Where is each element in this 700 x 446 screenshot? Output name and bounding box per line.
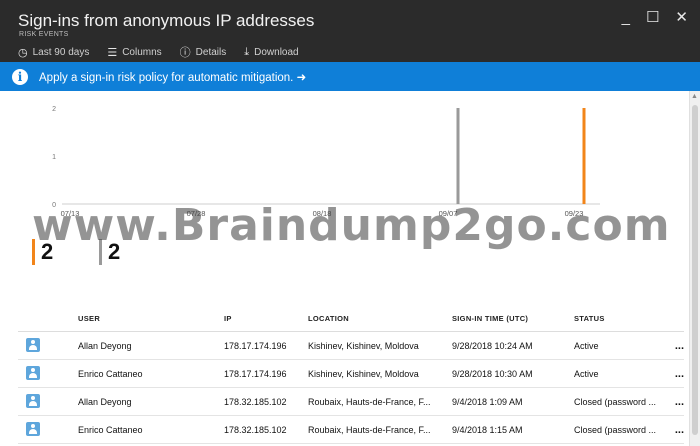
download-icon: ⤓ — [244, 45, 250, 58]
columns-icon: ☰ — [107, 46, 118, 59]
row-icon-cell — [18, 337, 62, 354]
column-header-status[interactable]: STATUS — [564, 314, 664, 323]
column-header-user[interactable]: USER — [62, 314, 172, 323]
maximize-icon[interactable]: ☐ — [646, 10, 659, 26]
cell-time: 9/4/2018 1:15 AM — [452, 424, 523, 435]
cell-user: Enrico Cattaneo — [78, 424, 143, 435]
more-options-icon[interactable]: ... — [664, 396, 684, 408]
banner-text[interactable]: Apply a sign-in risk policy for automati… — [39, 70, 306, 84]
y-tick-label: 2 — [52, 106, 56, 113]
watermark: www.Braindump2go.com — [32, 200, 671, 251]
cell-ip: 178.32.185.102 — [224, 396, 287, 407]
table-row[interactable]: Enrico Cattaneo 178.32.185.102 Roubaix, … — [18, 416, 684, 444]
more-options-icon[interactable]: ... — [664, 368, 684, 380]
column-header-ip[interactable]: IP — [172, 314, 302, 323]
cell-status: Closed (password ... — [574, 424, 657, 435]
minimize-icon[interactable]: _ — [622, 10, 630, 26]
cell-status: Closed (password ... — [574, 396, 657, 407]
cell-time: 9/28/2018 10:24 AM — [452, 340, 533, 351]
column-header-location[interactable]: LOCATION — [302, 314, 442, 323]
more-options-icon[interactable]: ... — [664, 340, 684, 352]
user-icon — [26, 421, 40, 436]
table-row[interactable]: Allan Deyong 178.32.185.102 Roubaix, Hau… — [18, 388, 684, 416]
download-button[interactable]: ⤓ Download — [244, 44, 298, 60]
column-header-time[interactable]: SIGN-IN TIME (UTC) — [442, 314, 564, 323]
chart-bar[interactable] — [582, 108, 586, 204]
cell-location: Kishinev, Kishinev, Moldova — [308, 368, 419, 379]
scroll-thumb[interactable] — [692, 105, 698, 435]
toolbar-label: Download — [254, 46, 299, 58]
row-icon-cell — [18, 365, 62, 382]
cell-ip: 178.17.174.196 — [224, 340, 287, 351]
cell-status: Active — [574, 340, 599, 351]
cell-location: Roubaix, Hauts-de-France, F... — [308, 424, 431, 435]
chart-bar[interactable] — [456, 108, 460, 204]
row-icon-cell — [18, 393, 62, 410]
user-icon — [26, 337, 40, 352]
columns-button[interactable]: ☰ Columns — [107, 44, 161, 60]
user-icon — [26, 365, 40, 380]
blade-header: Sign-ins from anonymous IP addresses RIS… — [0, 0, 700, 62]
clock-icon: ◷ — [18, 46, 28, 59]
last-90-days-button[interactable]: ◷ Last 90 days — [18, 44, 89, 60]
vertical-scrollbar[interactable]: ▲ — [689, 91, 700, 446]
toolbar-label: Last 90 days — [32, 46, 90, 58]
row-icon-cell — [18, 421, 62, 438]
cell-ip: 178.32.185.102 — [224, 424, 287, 435]
cell-status: Active — [574, 368, 599, 379]
toolbar-label: Details — [195, 46, 227, 58]
table-header: USER IP LOCATION SIGN-IN TIME (UTC) STAT… — [18, 305, 684, 332]
window-controls: _ ☐ ✕ — [622, 10, 688, 26]
toolbar-label: Columns — [122, 46, 162, 58]
risk-events-table: USER IP LOCATION SIGN-IN TIME (UTC) STAT… — [18, 305, 684, 444]
more-options-icon[interactable]: ... — [664, 424, 684, 436]
info-icon: ⓘ — [179, 47, 191, 59]
blade-subtitle: RISK EVENTS — [19, 31, 69, 38]
policy-banner[interactable]: i Apply a sign-in risk policy for automa… — [0, 62, 700, 91]
blade-title: Sign-ins from anonymous IP addresses — [18, 11, 315, 30]
cell-ip: 178.17.174.196 — [224, 368, 287, 379]
cell-time: 9/4/2018 1:09 AM — [452, 396, 523, 407]
cell-location: Kishinev, Kishinev, Moldova — [308, 340, 419, 351]
y-tick-label: 1 — [52, 154, 56, 161]
cell-user: Allan Deyong — [78, 396, 132, 407]
table-row[interactable]: Enrico Cattaneo 178.17.174.196 Kishinev,… — [18, 360, 684, 388]
cell-user: Allan Deyong — [78, 340, 132, 351]
toolbar: ◷ Last 90 days ☰ Columns ⓘ Details ⤓ Dow… — [18, 44, 299, 60]
cell-user: Enrico Cattaneo — [78, 368, 143, 379]
scroll-up-icon[interactable]: ▲ — [691, 93, 698, 100]
info-icon: i — [12, 68, 28, 85]
details-button[interactable]: ⓘ Details — [180, 44, 227, 60]
user-icon — [26, 393, 40, 408]
cell-location: Roubaix, Hauts-de-France, F... — [308, 396, 431, 407]
table-row[interactable]: Allan Deyong 178.17.174.196 Kishinev, Ki… — [18, 332, 684, 360]
close-icon[interactable]: ✕ — [675, 10, 688, 26]
cell-time: 9/28/2018 10:30 AM — [452, 368, 533, 379]
